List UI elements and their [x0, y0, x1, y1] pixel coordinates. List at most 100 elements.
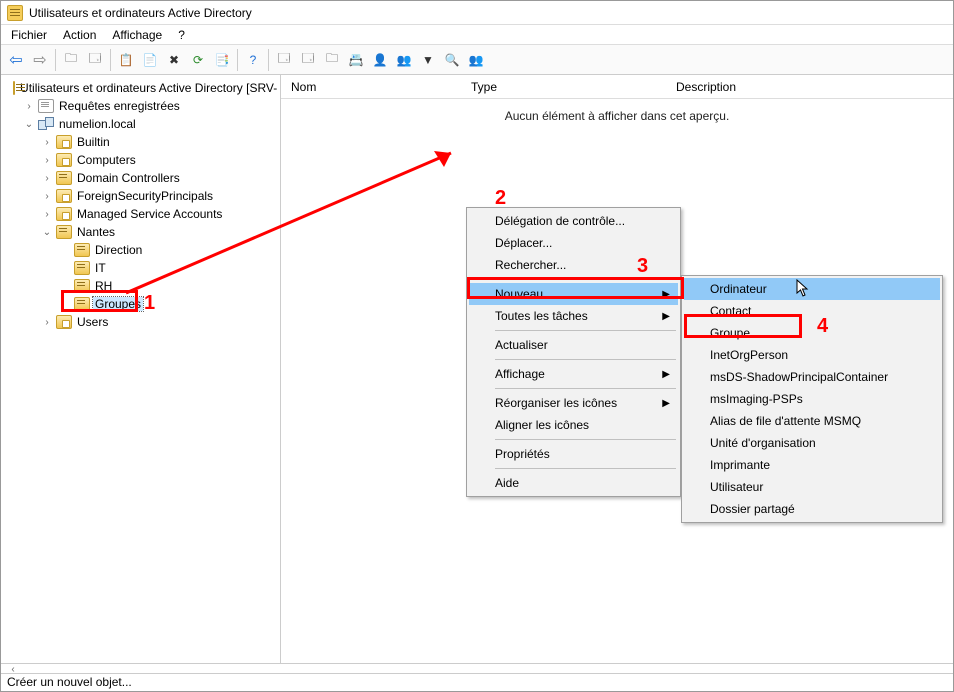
context-menu: Délégation de contrôle... Déplacer... Re…	[466, 207, 681, 497]
forward-button[interactable]: ⇨	[29, 49, 51, 71]
menu-separator	[495, 439, 676, 440]
menu-align-icons[interactable]: Aligner les icônes	[469, 414, 678, 436]
tree-saved-queries[interactable]: ›Requêtes enregistrées	[23, 97, 280, 115]
menu-all-tasks[interactable]: Toutes les tâches▶	[469, 305, 678, 327]
menu-display[interactable]: Affichage▶	[469, 363, 678, 385]
ou-icon	[74, 279, 90, 293]
tree-nantes[interactable]: ⌄Nantes	[41, 223, 280, 241]
menu-help[interactable]: Aide	[469, 472, 678, 494]
tree-pane[interactable]: ▾Utilisateurs et ordinateurs Active Dire…	[1, 75, 281, 663]
submenu-group[interactable]: Groupe	[684, 322, 940, 344]
menu-delegation[interactable]: Délégation de contrôle...	[469, 210, 678, 232]
submenu-arrow-icon: ▶	[662, 311, 670, 322]
submenu-inetorgperson[interactable]: InetOrgPerson	[684, 344, 940, 366]
tree-rh[interactable]: ›RH	[59, 277, 280, 295]
submenu-shared-folder[interactable]: Dossier partagé	[684, 498, 940, 520]
menu-help[interactable]: ?	[178, 28, 185, 42]
folder-icon	[56, 153, 72, 167]
menu-refresh[interactable]: Actualiser	[469, 334, 678, 356]
tree-builtin[interactable]: ›Builtin	[41, 133, 280, 151]
tree-domain-controllers[interactable]: ›Domain Controllers	[41, 169, 280, 187]
menu-separator	[495, 359, 676, 360]
app-icon	[7, 5, 23, 21]
saved-queries-icon	[38, 99, 54, 113]
menu-view[interactable]: Affichage	[112, 28, 162, 42]
submenu-ou[interactable]: Unité d'organisation	[684, 432, 940, 454]
folder-icon	[56, 189, 72, 203]
up-button[interactable]: 🗀	[60, 49, 82, 71]
col-description[interactable]: Description	[666, 75, 747, 98]
col-nom[interactable]: Nom	[281, 75, 461, 98]
tree-fsp[interactable]: ›ForeignSecurityPrincipals	[41, 187, 280, 205]
submenu-arrow-icon: ▶	[662, 369, 670, 380]
menu-file[interactable]: Fichier	[11, 28, 47, 42]
export-icon: 📑	[215, 53, 230, 67]
tree-users[interactable]: ›Users	[41, 313, 280, 331]
export-button[interactable]: 📑	[211, 49, 233, 71]
add-to-group-button[interactable]: 👥	[465, 49, 487, 71]
refresh-icon: ⟳	[193, 53, 203, 67]
menu-properties[interactable]: Propriétés	[469, 443, 678, 465]
menu-bar: Fichier Action Affichage ?	[1, 25, 953, 45]
ou-icon	[74, 297, 90, 311]
menu-arrange-icons[interactable]: Réorganiser les icônes▶	[469, 392, 678, 414]
scroll-left-icon[interactable]: ‹	[1, 664, 25, 673]
tree-direction[interactable]: ›Direction	[59, 241, 280, 259]
tree-root[interactable]: ▾Utilisateurs et ordinateurs Active Dire…	[5, 79, 280, 97]
show-hide-tree-button[interactable]: 🗔	[84, 49, 106, 71]
list-pane[interactable]: Nom Type Description Aucun élément à aff…	[281, 75, 953, 663]
delete-icon: ✖	[169, 53, 179, 67]
generic-icon: 📇	[349, 53, 364, 67]
properties-button[interactable]: 📄	[139, 49, 161, 71]
generic-icon: 🗔	[277, 49, 290, 70]
domain-icon	[38, 117, 54, 131]
help-button[interactable]: ?	[242, 49, 264, 71]
group-icon: 👥	[397, 53, 412, 67]
submenu-computer[interactable]: Ordinateur	[684, 278, 940, 300]
toolbar: ⇦ ⇨ 🗀 🗔 📋 📄 ✖ ⟳ 📑 ? 🗔 🗔 🗀 📇 👤 👥 ▼ 🔍 👥	[1, 45, 953, 75]
folder-icon	[56, 207, 72, 221]
menu-action[interactable]: Action	[63, 28, 96, 42]
menu-move[interactable]: Déplacer...	[469, 232, 678, 254]
submenu-arrow-icon: ▶	[662, 398, 670, 409]
folder-icon	[56, 135, 72, 149]
tree-computers[interactable]: ›Computers	[41, 151, 280, 169]
toolbar-separator	[237, 49, 238, 71]
menu-separator	[495, 330, 676, 331]
submenu-msmq[interactable]: Alias de file d'attente MSMQ	[684, 410, 940, 432]
find-button[interactable]: 🔍	[441, 49, 463, 71]
menu-new[interactable]: Nouveau▶	[469, 283, 678, 305]
tree-pane-icon: 🗔	[88, 49, 101, 70]
tool-btn-3[interactable]: 🗀	[321, 49, 343, 71]
tool-btn-1[interactable]: 🗔	[273, 49, 295, 71]
toolbar-separator	[55, 49, 56, 71]
folder-up-icon: 🗀	[65, 49, 77, 70]
arrow-right-icon: ⇨	[33, 50, 46, 70]
tree-groupes[interactable]: ›Groupes	[59, 295, 280, 313]
back-button[interactable]: ⇦	[5, 49, 27, 71]
tree-msa[interactable]: ›Managed Service Accounts	[41, 205, 280, 223]
submenu-contact[interactable]: Contact	[684, 300, 940, 322]
title-bar: Utilisateurs et ordinateurs Active Direc…	[1, 1, 953, 25]
status-bar: ‹ Créer un nouvel objet...	[1, 663, 953, 691]
ou-icon	[56, 225, 72, 239]
col-type[interactable]: Type	[461, 75, 666, 98]
refresh-button[interactable]: ⟳	[187, 49, 209, 71]
tree-it[interactable]: ›IT	[59, 259, 280, 277]
new-user-button[interactable]: 👤	[369, 49, 391, 71]
new-group-button[interactable]: 👥	[393, 49, 415, 71]
main-split: ▾Utilisateurs et ordinateurs Active Dire…	[1, 75, 953, 663]
submenu-msds[interactable]: msDS-ShadowPrincipalContainer	[684, 366, 940, 388]
cut-button[interactable]: 📋	[115, 49, 137, 71]
generic-icon: 🗔	[301, 49, 314, 70]
submenu-msimaging[interactable]: msImaging-PSPs	[684, 388, 940, 410]
delete-button[interactable]: ✖	[163, 49, 185, 71]
filter-button[interactable]: ▼	[417, 49, 439, 71]
tool-btn-2[interactable]: 🗔	[297, 49, 319, 71]
app-icon	[13, 81, 15, 95]
tree-domain[interactable]: ⌄numelion.local	[23, 115, 280, 133]
menu-search[interactable]: Rechercher...	[469, 254, 678, 276]
submenu-user[interactable]: Utilisateur	[684, 476, 940, 498]
submenu-printer[interactable]: Imprimante	[684, 454, 940, 476]
tool-btn-4[interactable]: 📇	[345, 49, 367, 71]
